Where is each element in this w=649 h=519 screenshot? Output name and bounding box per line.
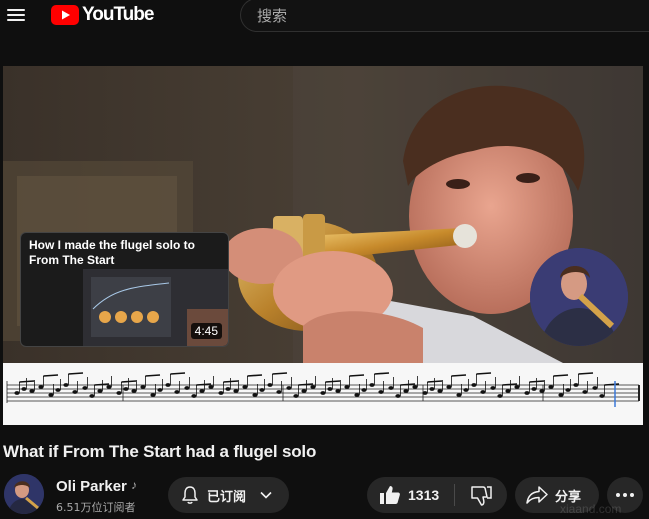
chevron-down-icon — [260, 491, 272, 499]
subscriber-count: 6.51万位订阅者 — [56, 501, 136, 514]
channel-avatar[interactable] — [4, 474, 44, 514]
search-input[interactable] — [257, 5, 637, 27]
creator-thumbnail — [530, 248, 628, 346]
masthead: YouTube — [0, 0, 649, 34]
end-card-duration: 4:45 — [190, 323, 222, 339]
search-box — [240, 0, 649, 32]
end-card[interactable]: How I made the flugel solo to From The S… — [20, 232, 229, 347]
video-title: What if From The Start had a flugel solo — [3, 442, 317, 461]
menu-icon[interactable] — [5, 6, 27, 24]
watermark: xiaand.com — [560, 502, 622, 516]
youtube-logo[interactable]: YouTube — [51, 3, 154, 27]
music-note-icon: ♪ — [131, 478, 137, 492]
share-icon — [526, 486, 548, 504]
subscribed-button[interactable]: 已订阅 — [168, 477, 289, 513]
like-dislike-group: 1313 — [367, 477, 507, 513]
like-count: 1313 — [408, 487, 440, 503]
dislike-button[interactable] — [457, 477, 507, 513]
logo-text: YouTube — [82, 4, 154, 25]
more-icon — [616, 493, 620, 497]
end-card-title: How I made the flugel solo to From The S… — [29, 238, 196, 267]
like-button[interactable]: 1313 — [367, 477, 453, 513]
thumbs-up-icon — [380, 486, 400, 504]
video-player[interactable]: How I made the flugel solo to From The S… — [3, 66, 643, 425]
sheet-music-strip — [3, 363, 643, 425]
subscribed-label: 已订阅 — [207, 490, 247, 505]
bell-icon — [182, 486, 198, 504]
thumbs-down-icon — [471, 486, 492, 506]
like-divider — [454, 484, 455, 506]
youtube-logo-icon — [51, 5, 79, 25]
channel-name[interactable]: Oli Parker — [56, 478, 127, 495]
